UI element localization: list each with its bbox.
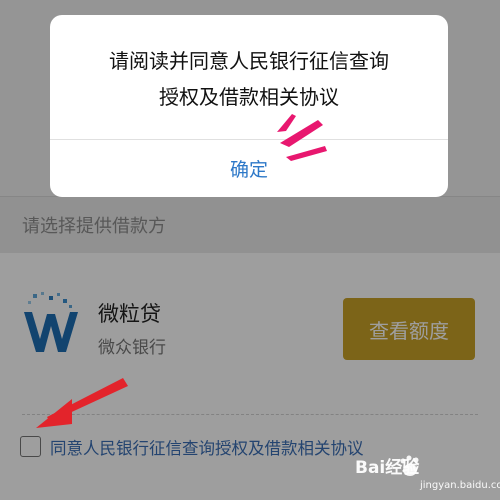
watermark-url: jingyan.baidu.com: [420, 480, 500, 491]
watermark-brand: Bai经验: [355, 458, 420, 478]
dialog-message-line2: 授权及借款相关协议: [159, 85, 339, 109]
dialog-message-line1: 请阅读并同意人民银行征信查询: [109, 49, 389, 73]
dialog-message: 请阅读并同意人民银行征信查询 授权及借款相关协议: [50, 43, 448, 115]
confirm-button[interactable]: 确定: [50, 140, 448, 197]
alert-dialog: 请阅读并同意人民银行征信查询 授权及借款相关协议 确定: [50, 15, 448, 197]
